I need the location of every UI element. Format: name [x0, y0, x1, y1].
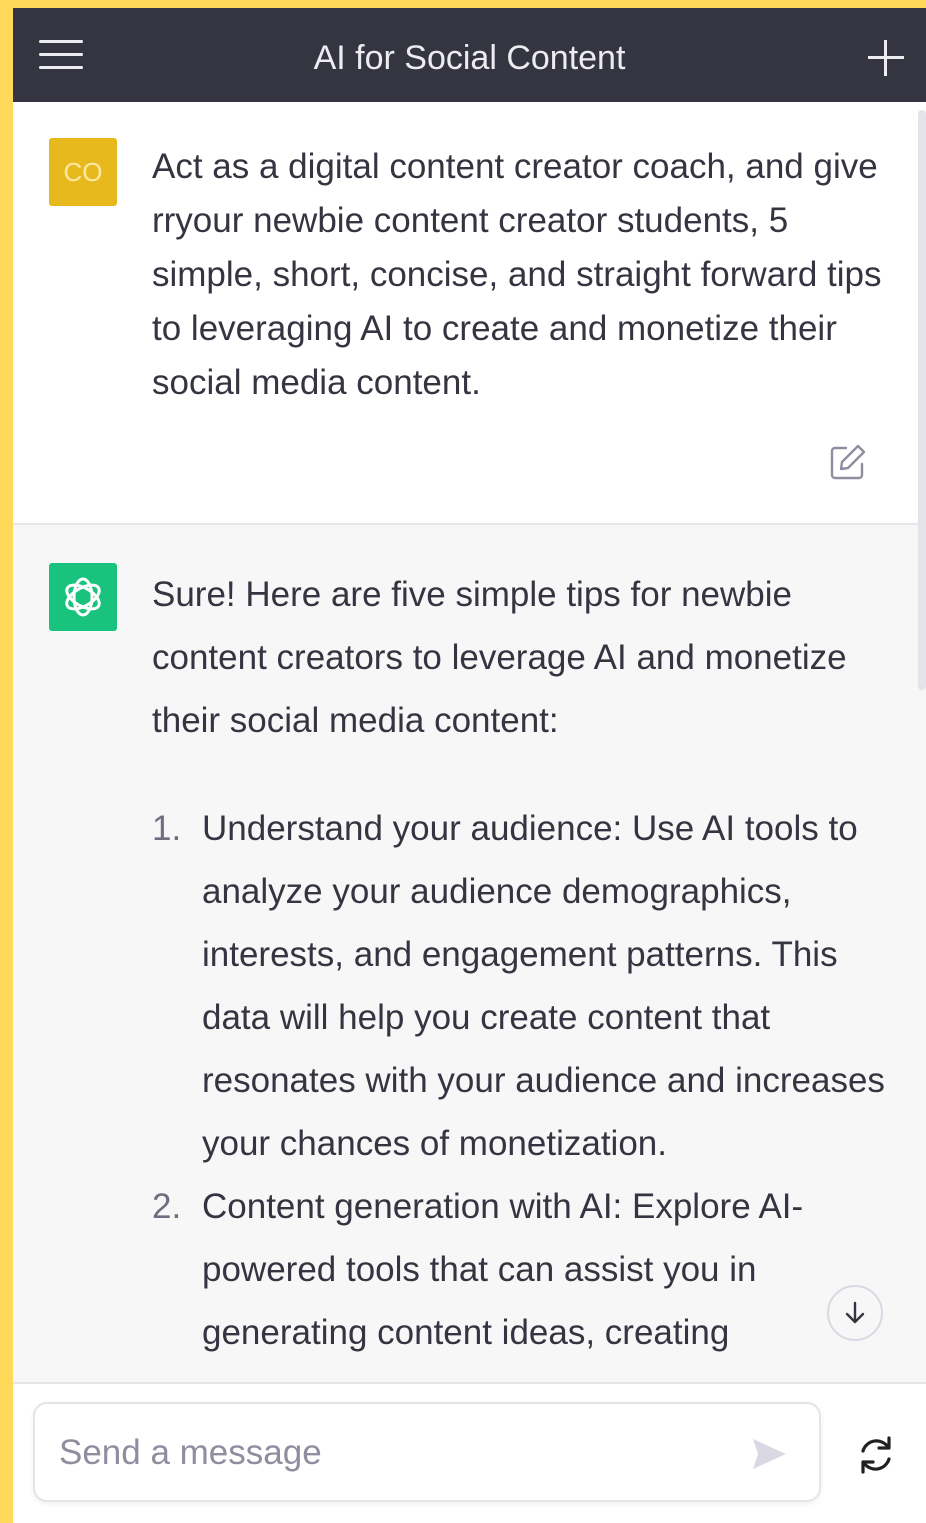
page-title: AI for Social Content — [313, 39, 626, 77]
scrollbar[interactable] — [918, 110, 926, 690]
scroll-to-bottom-button[interactable] — [827, 1285, 883, 1341]
message-input-box — [33, 1402, 821, 1502]
list-item: 1. Understand your audience: Use AI tool… — [152, 797, 892, 1175]
tips-list: 1. Understand your audience: Use AI tool… — [152, 797, 892, 1364]
user-avatar: CO — [49, 138, 117, 206]
assistant-message: Sure! Here are five simple tips for newb… — [13, 525, 926, 1382]
list-item: 2. Content generation with AI: Explore A… — [152, 1175, 892, 1364]
send-icon[interactable] — [749, 1434, 789, 1474]
yellow-frame-left — [0, 0, 13, 1523]
arrow-down-icon — [845, 1301, 865, 1324]
openai-logo-icon — [65, 577, 101, 617]
yellow-frame-top — [0, 0, 926, 8]
edit-icon[interactable] — [828, 442, 868, 482]
regenerate-icon[interactable] — [855, 1434, 897, 1476]
composer — [13, 1382, 926, 1523]
user-message-text: Act as a digital content creator coach, … — [152, 147, 882, 402]
assistant-avatar — [49, 563, 117, 631]
app-header: AI for Social Content — [13, 8, 926, 102]
list-item-number: 1. — [152, 809, 182, 848]
list-item-number: 2. — [152, 1187, 182, 1226]
message-input[interactable] — [59, 1430, 719, 1476]
list-item-text: Understand your audience: Use AI tools t… — [202, 809, 885, 1163]
assistant-intro-text: Sure! Here are five simple tips for newb… — [152, 575, 847, 740]
user-message: CO Act as a digital content creator coac… — [13, 102, 926, 525]
list-item-text: Content generation with AI: Explore AI-p… — [202, 1187, 804, 1352]
new-chat-plus-icon[interactable] — [868, 40, 904, 76]
